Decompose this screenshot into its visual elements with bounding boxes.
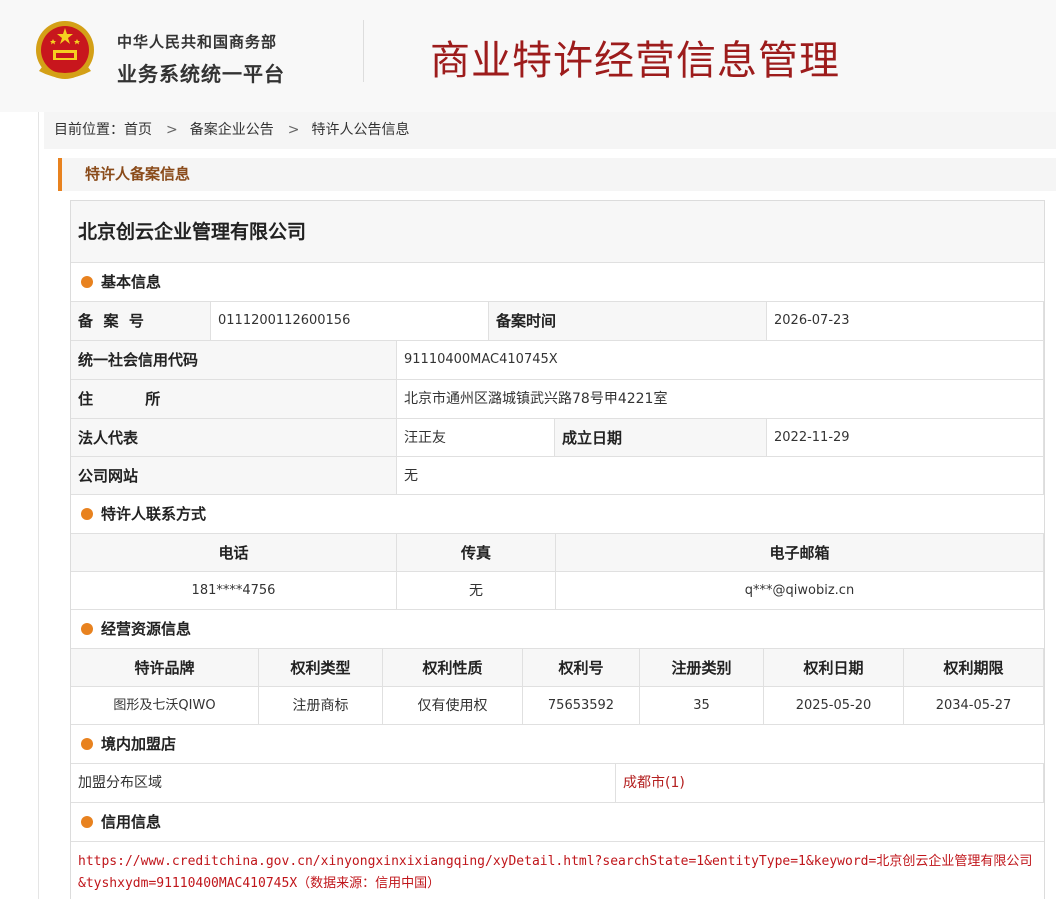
- franchise-heading: 境内加盟店: [71, 725, 1044, 764]
- res-class: 35: [640, 687, 764, 725]
- record-no-value: 011120011260015​6: [211, 302, 489, 341]
- bullet-dot-icon: [81, 623, 93, 635]
- address-value: 北京市通州区潞城镇武兴路78号甲4221室: [397, 380, 1044, 419]
- credit-link-line2[interactable]: &tyshxydm=91110400MAC410745X（数据来源：信用中国）: [78, 873, 1038, 895]
- breadcrumb: 目前位置：首页 > 备案企业公告 > 特许人公告信息: [44, 112, 1056, 149]
- res-header-brand: 特许品牌: [71, 649, 259, 687]
- heading-label: 信用信息: [101, 813, 162, 831]
- res-right-nature: 仅有使用权: [383, 687, 523, 725]
- breadcrumb-separator: >: [166, 122, 178, 138]
- credit-info-link[interactable]: https://www.creditchina.gov.cn/xinyongxi…: [78, 851, 1038, 895]
- breadcrumb-home[interactable]: 首页: [124, 112, 152, 149]
- heading-label: 经营资源信息: [101, 620, 192, 638]
- res-header-date: 权利日期: [764, 649, 904, 687]
- res-term: 2034-05-27: [904, 687, 1044, 725]
- address-label: 住 所: [71, 380, 397, 419]
- res-right-type: 注册商标: [259, 687, 383, 725]
- credit-code-value: 91110400MAC410745X: [397, 341, 1044, 380]
- record-no-label: 备 案 号: [71, 302, 211, 341]
- page-title: 商业特许经营信息管理: [430, 38, 840, 84]
- res-header-term: 权利期限: [904, 649, 1044, 687]
- legal-rep-value: 汪正友: [397, 419, 555, 457]
- bullet-dot-icon: [81, 738, 93, 750]
- record-time-value: 2026-07-23: [767, 302, 1044, 341]
- left-border: [38, 112, 39, 899]
- site-header: 中华人民共和国商务部 业务系统统一平台 商业特许经营信息管理: [0, 0, 1056, 112]
- platform-name: 业务系统统一平台: [117, 62, 285, 86]
- res-header-right-type: 权利类型: [259, 649, 383, 687]
- res-brand: 图形及七沃QIWO: [71, 687, 259, 725]
- contact-header-email: 电子邮箱: [556, 534, 1044, 572]
- breadcrumb-current: 特许人公告信息: [311, 122, 410, 138]
- contact-heading: 特许人联系方式: [71, 495, 1044, 534]
- bullet-dot-icon: [81, 276, 93, 288]
- heading-label: 境内加盟店: [101, 735, 177, 753]
- contact-header-phone: 电话: [71, 534, 397, 572]
- basic-info-heading: 基本信息: [71, 263, 1044, 302]
- heading-label: 基本信息: [101, 273, 162, 291]
- legal-rep-label: 法人代表: [71, 419, 397, 457]
- contact-header-fax: 传真: [397, 534, 556, 572]
- contact-email: q***@qiwobiz.cn: [556, 572, 1044, 610]
- heading-label: 特许人联系方式: [101, 505, 207, 523]
- resources-heading: 经营资源信息: [71, 610, 1044, 649]
- franchise-region-link[interactable]: 成都市(1): [616, 764, 1044, 803]
- franchise-region-label: 加盟分布区域: [71, 764, 616, 803]
- header-divider: [363, 20, 364, 82]
- breadcrumb-prefix: 目前位置：: [54, 122, 124, 138]
- credit-code-label: 统一社会信用代码: [71, 341, 397, 380]
- res-date: 2025-05-20: [764, 687, 904, 725]
- res-header-right-no: 权利号: [523, 649, 640, 687]
- credit-link-line1[interactable]: https://www.creditchina.gov.cn/xinyongxi…: [78, 851, 1038, 873]
- national-emblem-icon: [36, 21, 94, 79]
- contact-fax: 无: [397, 572, 556, 610]
- founded-label: 成立日期: [555, 419, 767, 457]
- res-header-right-nature: 权利性质: [383, 649, 523, 687]
- breadcrumb-filings[interactable]: 备案企业公告: [190, 112, 274, 149]
- res-right-no: 75653592: [523, 687, 640, 725]
- website-value: 无: [397, 457, 1044, 495]
- info-panel: 北京创云企业管理有限公司 基本信息 备 案 号 011120011260015​…: [70, 200, 1045, 899]
- bullet-dot-icon: [81, 816, 93, 828]
- section-title: 特许人备案信息: [58, 158, 1056, 191]
- credit-heading: 信用信息: [71, 803, 1044, 842]
- website-label: 公司网站: [71, 457, 397, 495]
- breadcrumb-separator: >: [287, 122, 300, 138]
- bullet-dot-icon: [81, 508, 93, 520]
- founded-value: 2022-11-29: [767, 419, 1044, 457]
- contact-phone: 181****4756: [71, 572, 397, 610]
- record-time-label: 备案时间: [489, 302, 767, 341]
- company-name: 北京创云企业管理有限公司: [71, 201, 1044, 263]
- org-name: 中华人民共和国商务部: [117, 33, 278, 51]
- res-header-class: 注册类别: [640, 649, 764, 687]
